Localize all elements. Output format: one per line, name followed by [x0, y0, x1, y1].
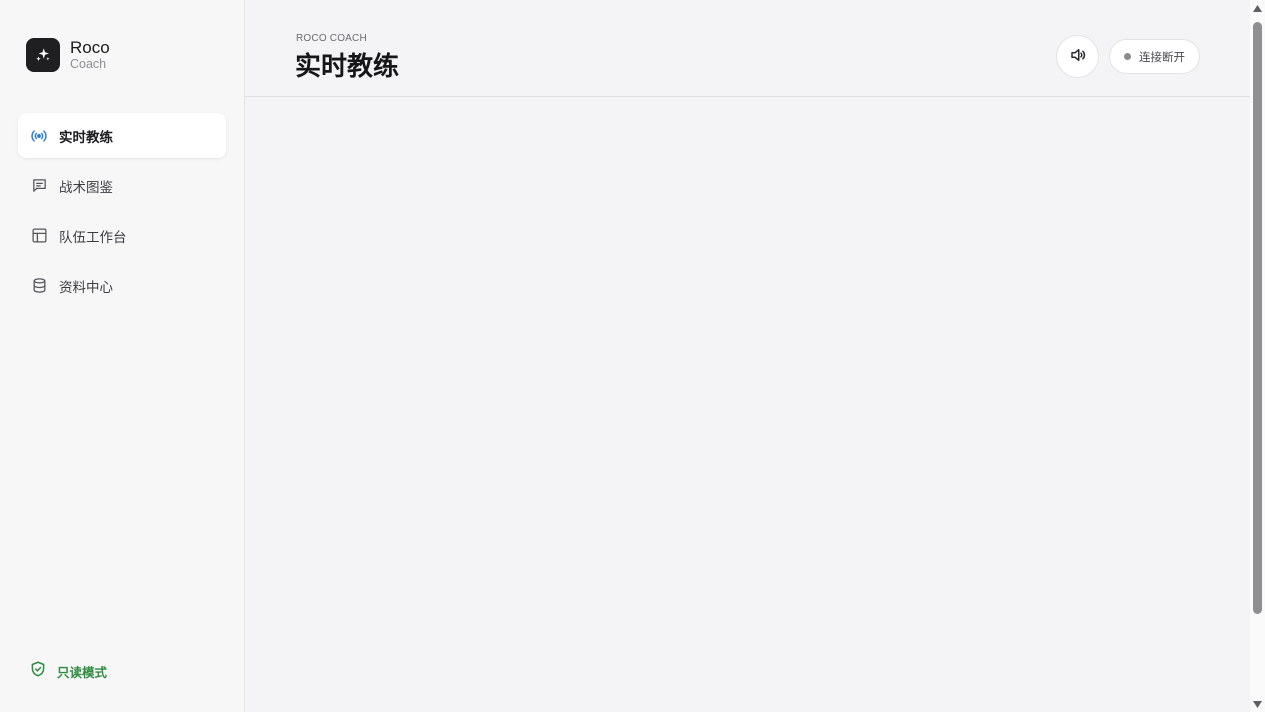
sidebar-item-live-coach[interactable]: 实时教练	[18, 113, 226, 158]
page-title: 实时教练	[295, 52, 400, 82]
shield-check-icon	[29, 660, 47, 682]
sidebar-item-resources[interactable]: 资料中心	[18, 263, 226, 308]
connection-status-badge[interactable]: 连接断开	[1109, 39, 1200, 74]
sidebar: Roco Coach 实时教练 战术图鉴 队伍工作台 资料中心 只读模式	[0, 0, 245, 712]
scroll-up-arrow-icon[interactable]	[1250, 1, 1265, 15]
layout-icon	[30, 227, 48, 245]
scroll-down-arrow-icon[interactable]	[1250, 697, 1265, 711]
sparkles-icon	[26, 38, 60, 72]
sidebar-nav: 实时教练 战术图鉴 队伍工作台 资料中心	[18, 113, 226, 313]
readonly-mode-indicator: 只读模式	[29, 660, 107, 682]
sound-toggle-button[interactable]	[1056, 35, 1099, 78]
vertical-scrollbar[interactable]	[1250, 0, 1265, 712]
brand-subtitle: Coach	[70, 57, 107, 72]
brand-name: Roco	[70, 38, 110, 58]
message-square-icon	[30, 177, 48, 195]
sidebar-item-label: 队伍工作台	[59, 229, 127, 246]
page-header: ROCO COACH 实时教练 连接断开	[245, 0, 1250, 97]
app-window: Roco Coach 实时教练 战术图鉴 队伍工作台 资料中心 只读模式 ROC…	[0, 0, 1265, 712]
sidebar-item-label: 实时教练	[59, 129, 113, 146]
brand: Roco Coach	[26, 38, 110, 72]
sidebar-item-team-workbench[interactable]: 队伍工作台	[18, 213, 226, 258]
sidebar-item-label: 战术图鉴	[59, 179, 113, 196]
broadcast-icon	[30, 127, 48, 145]
scrollbar-thumb[interactable]	[1253, 22, 1262, 614]
sidebar-item-tactics[interactable]: 战术图鉴	[18, 163, 226, 208]
volume-icon	[1069, 46, 1087, 68]
database-icon	[30, 277, 48, 295]
sidebar-item-label: 资料中心	[59, 279, 113, 296]
main-content: ROCO COACH 实时教练 连接断开	[245, 0, 1250, 712]
connection-status-label: 连接断开	[1139, 49, 1185, 64]
page-eyebrow: ROCO COACH	[296, 33, 367, 44]
status-dot-icon	[1124, 53, 1131, 60]
readonly-mode-label: 只读模式	[57, 664, 108, 680]
